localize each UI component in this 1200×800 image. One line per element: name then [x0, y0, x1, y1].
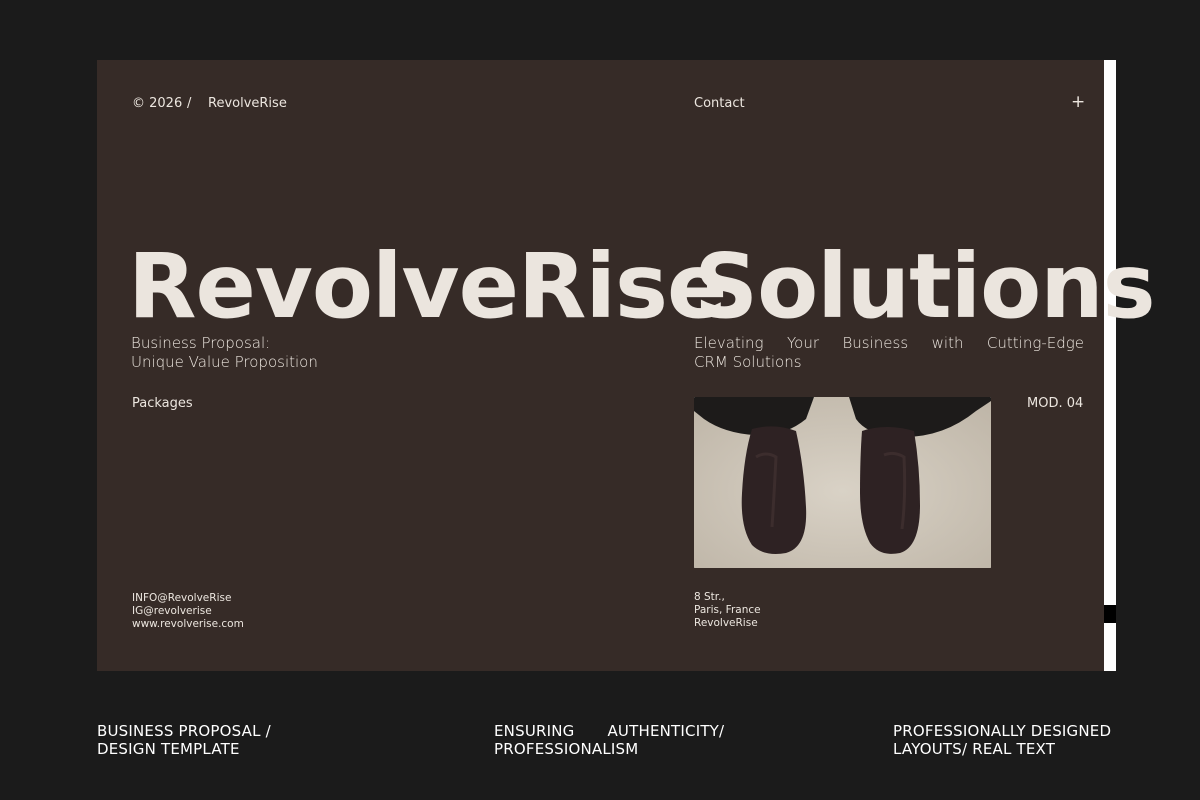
caption-professional-layouts: PROFESSIONALLY DESIGNED LAYOUTS/ REAL TE… [893, 722, 1111, 758]
caption-business-proposal: BUSINESS PROPOSAL / DESIGN TEMPLATE [97, 722, 271, 758]
website-link[interactable]: www.revolverise.com [132, 618, 244, 631]
contact-info: INFO@RevolveRise IG@revolverise www.revo… [132, 592, 244, 631]
scrollbar-thumb[interactable] [1104, 605, 1116, 623]
subtitle-line: Unique Value Proposition [131, 353, 318, 371]
contact-link[interactable]: Contact [694, 96, 745, 111]
address-line: 8 Str., [694, 591, 725, 603]
caption-line: LAYOUTS/ REAL TEXT [893, 740, 1056, 758]
proposal-subtitle: Business Proposal: Unique Value Proposit… [131, 334, 318, 372]
address-line: Paris, France [694, 604, 761, 616]
scrollbar-track[interactable] [1104, 60, 1116, 671]
feet-photo-illustration [694, 397, 991, 568]
instagram-link[interactable]: IG@revolverise [132, 605, 244, 618]
caption-authenticity: ENSURING AUTHENTICITY/ PROFESSIONALISM [494, 722, 724, 758]
address-line: RevolveRise [694, 617, 758, 629]
copyright-text: © 2026 [132, 96, 183, 111]
tagline-line: CRM Solutions [694, 353, 802, 371]
brand-link[interactable]: RevolveRise [208, 96, 287, 111]
caption-line: PROFESSIONALLY DESIGNED [893, 722, 1112, 740]
caption-line: PROFESSIONALISM [494, 740, 639, 758]
hero-title-revolverise: RevolveRise [128, 234, 727, 338]
caption-line: DESIGN TEMPLATE [97, 740, 240, 758]
feet-photo [694, 397, 991, 568]
hero-title-solutions: Solutions [694, 234, 1156, 338]
tagline: Elevating Your Business with Cutting-Edg… [694, 334, 1084, 372]
header-separator: / [187, 96, 192, 111]
email-link[interactable]: INFO@RevolveRise [132, 592, 244, 605]
mod-label: MOD. 04 [1027, 396, 1084, 411]
caption-line: BUSINESS PROPOSAL / [97, 722, 271, 740]
tagline-line: Elevating Your Business with Cutting-Edg… [694, 334, 1084, 352]
address: 8 Str., Paris, France RevolveRise [694, 591, 761, 630]
plus-icon[interactable]: + [1071, 92, 1085, 112]
packages-link[interactable]: Packages [132, 396, 193, 411]
caption-line: ENSURING AUTHENTICITY/ [494, 722, 725, 740]
subtitle-line: Business Proposal: [131, 334, 271, 352]
